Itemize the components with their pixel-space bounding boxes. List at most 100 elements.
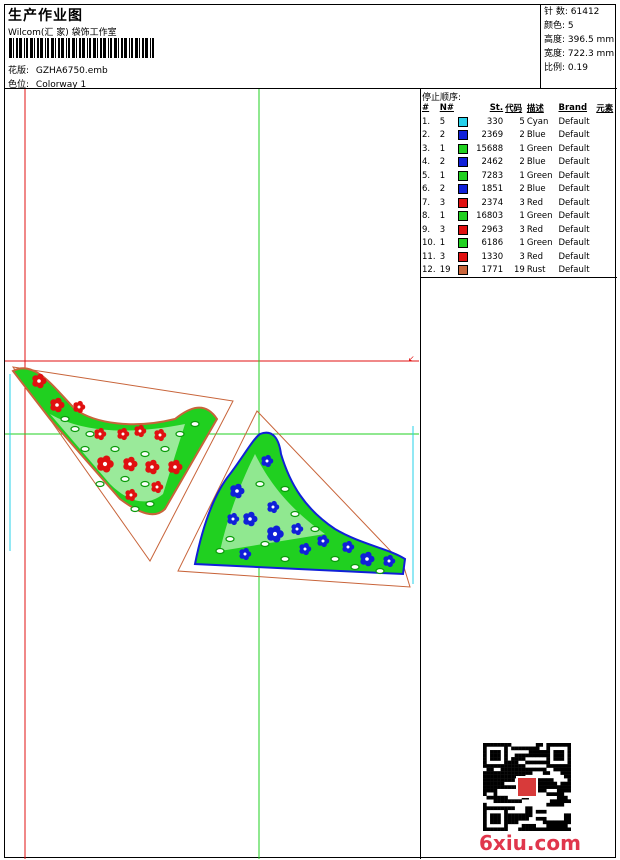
row-n: 1 [439,211,446,222]
row-code: 3 [519,197,525,208]
row-code: 2 [519,130,525,141]
worksheet: 生产作业图 Wilcom(汇 家) 袋饰工作室 花版: GZHA6750.emb… [4,4,617,859]
row-code: 2 [519,184,525,195]
row-index: 7. [422,197,431,208]
row-n: 1 [439,143,446,154]
row-swatch [457,169,471,183]
col-swatch [457,101,471,115]
row-desc: Red [526,224,543,235]
stat-scale: 比例: 0.19 [544,63,588,73]
stat-colors: 颜色: 5 [544,21,574,31]
stat-stitches: 针 数: 61412 [544,7,600,17]
header-info: 生产作业图 Wilcom(汇 家) 袋饰工作室 花版: GZHA6750.emb… [5,5,541,90]
row-element [595,223,617,237]
row-stitches: 330 [486,116,504,127]
row-stitches: 16803 [476,211,504,222]
row-desc: Rust [526,265,546,276]
row-brand: Default [558,157,590,168]
row-stitches: 2374 [481,197,504,208]
row-index: 12. [422,265,436,276]
color-swatch [458,116,469,127]
stop-sequence-table: # N# St. 代码 描述 Brand 元素 1. 5 330 5 Cyan Defau… [421,101,617,277]
row-stitches: 2369 [481,130,504,141]
table-row: 5. 1 7283 1 Green Default [421,169,617,183]
color-swatch [458,170,469,181]
row-desc: Red [526,197,543,208]
row-brand: Default [558,211,590,222]
row-n: 19 [439,265,451,276]
row-code: 2 [519,157,525,168]
col-brand: Brand [558,103,588,113]
row-desc: Green [526,238,553,249]
stat-width: 宽度: 722.3 mm [544,49,615,59]
row-desc: Blue [526,130,546,141]
row-desc: Green [526,211,553,222]
row-desc: Green [526,170,553,181]
table-row: 9. 3 2963 3 Red Default [421,223,617,237]
row-code: 1 [519,143,525,154]
row-stitches: 1771 [481,265,504,276]
table-row: 11. 3 1330 3 Red Default [421,250,617,264]
color-swatch [458,184,469,194]
row-n: 3 [439,251,446,262]
stat-height: 高度: 396.5 mm [544,35,615,45]
row-brand: Default [558,265,590,276]
color-swatch [458,211,469,221]
watermark: 6xiu.com [479,831,581,855]
color-swatch [458,130,469,140]
svg-text:↙: ↙ [408,354,415,363]
row-swatch [457,129,471,143]
row-index: 4. [422,157,431,168]
row-index: 11. [422,251,436,262]
row-swatch [457,115,471,129]
row-brand: Default [558,238,590,249]
row-stitches: 7283 [481,170,504,181]
table-row: 8. 1 16803 1 Green Default [421,210,617,224]
color-swatch [458,251,469,262]
table-row: 4. 2 2462 2 Blue Default [421,156,617,170]
design-stats: 针 数: 61412 颜色: 5 高度: 396.5 mm 宽度: 722.3 … [542,5,617,89]
row-code: 5 [519,116,525,127]
row-code: 3 [519,224,525,235]
row-index: 6. [422,184,431,195]
right-motif [193,431,407,576]
row-swatch [457,156,471,170]
row-desc: Cyan [526,116,549,127]
row-brand: Default [558,170,590,181]
studio-name: Wilcom(汇 家) 袋饰工作室 [8,28,117,38]
row-element [595,264,617,278]
row-brand: Default [558,197,590,208]
row-element [595,210,617,224]
row-swatch [457,142,471,156]
row-code: 1 [519,211,525,222]
row-brand: Default [558,184,590,195]
row-brand: Default [558,143,590,154]
design-preview: ↙ [5,89,421,859]
row-n: 3 [439,197,446,208]
row-stitches: 2963 [481,224,504,235]
color-swatch [458,143,469,154]
row-brand: Default [558,130,590,141]
row-n: 2 [439,157,446,168]
row-index: 5. [422,170,431,181]
pattern-label: 花版: [8,66,30,76]
row-element [595,183,617,197]
row-element [595,142,617,156]
row-swatch [457,183,471,197]
col-index: # [422,103,430,113]
barcode [9,38,154,58]
row-desc: Blue [526,184,546,195]
table-row: 12. 19 1771 19 Rust Default [421,264,617,278]
left-motif [11,367,219,516]
table-row: 6. 2 1851 2 Blue Default [421,183,617,197]
color-swatch [458,197,469,208]
row-brand: Default [558,251,590,262]
row-brand: Default [558,224,590,235]
row-stitches: 2462 [481,157,504,168]
row-swatch [457,250,471,264]
table-row: 10. 1 6186 1 Green Default [421,237,617,251]
stamp-logo [518,778,536,796]
pattern-value: GZHA6750.emb [35,66,108,76]
row-brand: Default [558,116,590,127]
table-row: 7. 3 2374 3 Red Default [421,196,617,210]
